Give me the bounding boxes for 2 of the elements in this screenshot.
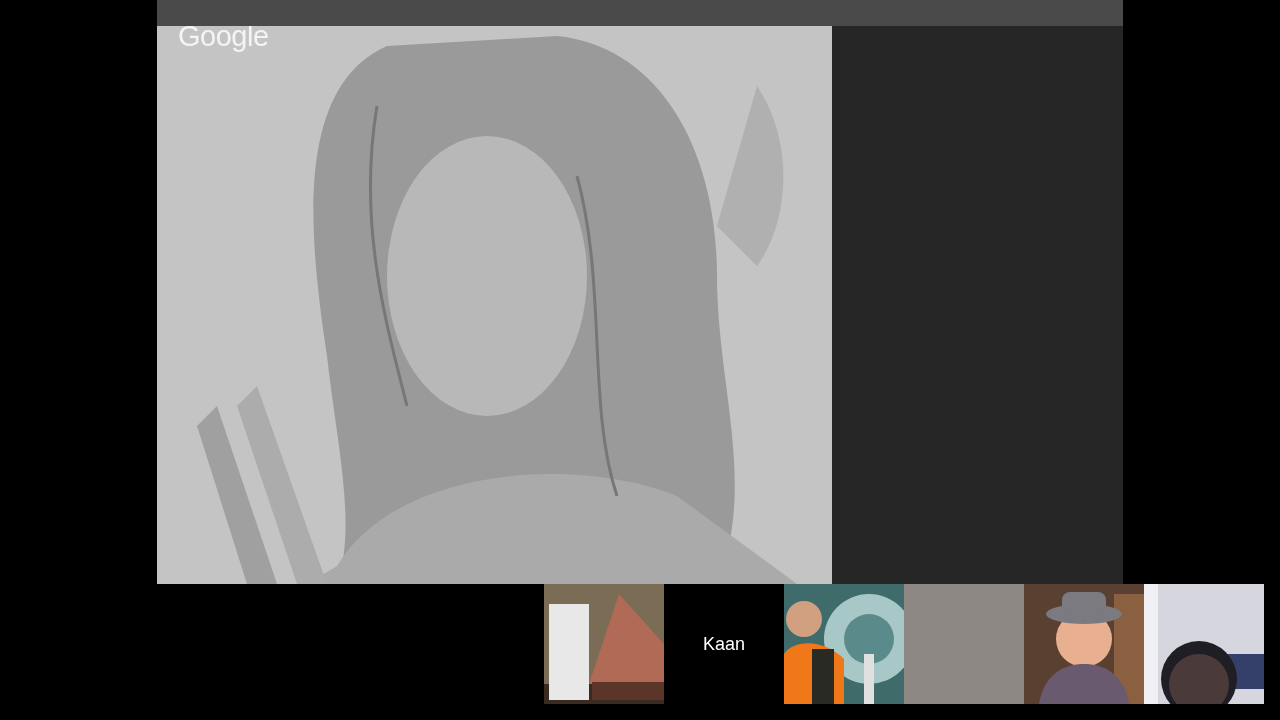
participant-tile[interactable] (904, 584, 1024, 704)
participant-name: Kaan (702, 633, 745, 655)
